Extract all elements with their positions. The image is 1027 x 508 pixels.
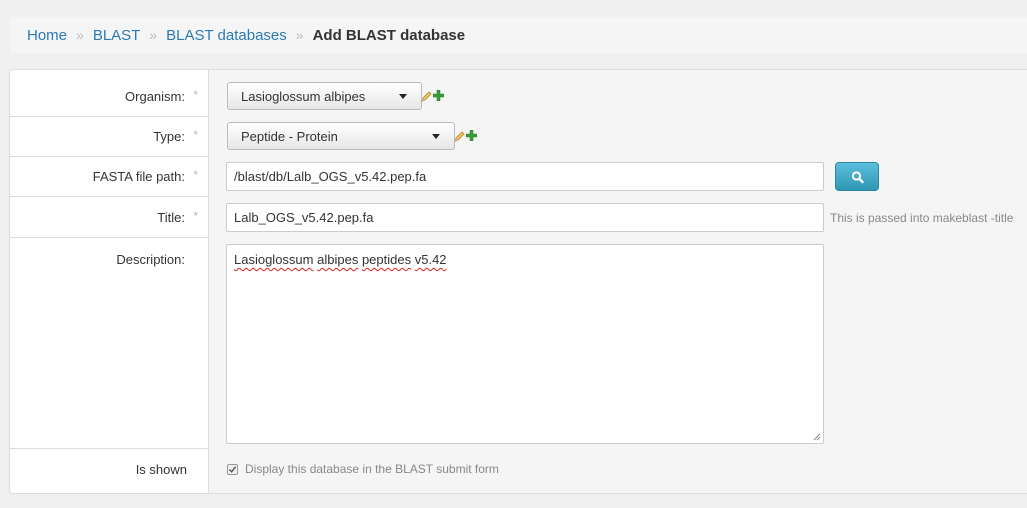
fasta-path-value: /blast/db/Lalb_OGS_v5.42.pep.fa (234, 169, 427, 184)
required-asterisk: * (193, 168, 198, 182)
is-shown-label: Is shown (135, 462, 187, 477)
organism-row: Organism: * Lasioglossum albipes (10, 70, 1027, 117)
required-asterisk: * (193, 88, 198, 102)
plus-icon[interactable] (466, 130, 477, 141)
description-word: peptides (361, 252, 412, 267)
chevron-down-icon (432, 134, 440, 139)
is-shown-row: Is shown Display this database in the BL… (10, 449, 1027, 493)
type-select-value: Peptide - Protein (241, 128, 338, 144)
pencil-icon[interactable] (421, 90, 433, 102)
is-shown-checkbox-label[interactable]: Display this database in the BLAST submi… (245, 462, 499, 476)
description-word: v5.42 (414, 252, 447, 267)
description-label: Description: (116, 252, 185, 267)
description-word: Lasioglossum (234, 252, 314, 267)
required-asterisk: * (193, 128, 198, 142)
organism-label: Organism: (125, 89, 185, 104)
breadcrumb-blast-link[interactable]: BLAST (93, 27, 141, 44)
fasta-label: FASTA file path: (92, 169, 185, 184)
add-blast-database-form: Organism: * Lasioglossum albipes Type: *… (9, 69, 1027, 494)
organism-label-cell: Organism: * (10, 70, 209, 117)
title-value: Lalb_OGS_v5.42.pep.fa (234, 210, 374, 225)
type-row: Type: * Peptide - Protein (10, 117, 1027, 157)
breadcrumb: Home » BLAST » BLAST databases » Add BLA… (10, 17, 1027, 53)
browse-fasta-button[interactable] (835, 162, 879, 191)
resize-handle-icon[interactable] (813, 433, 821, 441)
breadcrumb-blast-databases-link[interactable]: BLAST databases (166, 27, 287, 44)
title-help-text: This is passed into makeblast -title (830, 211, 1014, 225)
is-shown-label-cell: Is shown (10, 449, 209, 493)
organism-select-value: Lasioglossum albipes (241, 88, 366, 104)
fasta-path-input[interactable]: /blast/db/Lalb_OGS_v5.42.pep.fa (226, 162, 824, 191)
plus-icon[interactable] (433, 90, 444, 101)
title-input[interactable]: Lalb_OGS_v5.42.pep.fa (226, 203, 824, 232)
type-label: Type: (153, 129, 185, 144)
type-select[interactable]: Peptide - Protein (227, 122, 455, 150)
is-shown-checkbox[interactable] (227, 464, 238, 475)
breadcrumb-separator: » (76, 27, 84, 43)
breadcrumb-current-page: Add BLAST database (312, 26, 466, 44)
fasta-row: FASTA file path: * /blast/db/Lalb_OGS_v5… (10, 157, 1027, 197)
title-label-cell: Title: * (10, 197, 209, 238)
search-icon (851, 171, 864, 184)
description-label-cell: Description: (10, 238, 209, 449)
breadcrumb-separator: » (149, 27, 158, 43)
title-label: Title: (157, 210, 185, 225)
chevron-down-icon (399, 94, 407, 99)
description-textarea[interactable]: Lasioglossum albipes peptides v5.42 (226, 244, 824, 444)
title-row: Title: * Lalb_OGS_v5.42.pep.fa This is p… (10, 197, 1027, 238)
check-icon (228, 466, 237, 473)
type-label-cell: Type: * (10, 117, 209, 157)
description-word: albipes (317, 252, 359, 267)
breadcrumb-separator: » (295, 27, 304, 43)
description-row: Description: Lasioglossum albipes peptid… (10, 238, 1027, 449)
fasta-label-cell: FASTA file path: * (10, 157, 209, 197)
pencil-icon[interactable] (454, 130, 466, 142)
required-asterisk: * (193, 209, 198, 223)
organism-select[interactable]: Lasioglossum albipes (227, 82, 422, 110)
breadcrumb-home-link[interactable]: Home (27, 27, 67, 44)
